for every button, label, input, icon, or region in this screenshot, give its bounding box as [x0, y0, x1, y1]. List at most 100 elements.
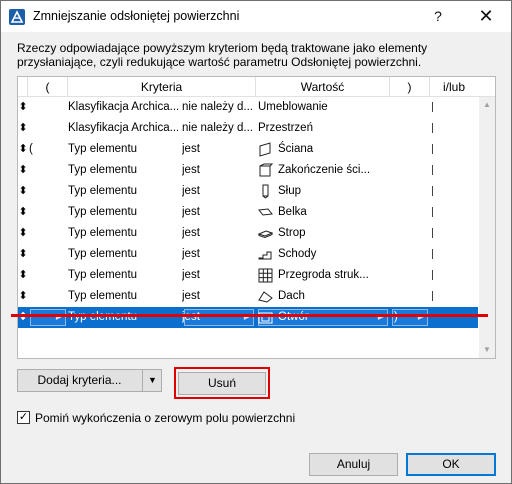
table-row[interactable]: ⬍ Klasyfikacja Archica... nie należy d... P… [18, 118, 478, 139]
value-cell[interactable]: Belka [256, 202, 386, 223]
value-cell[interactable]: Przegroda struk... [256, 265, 386, 286]
criteria-cell[interactable]: Typ elementu [68, 139, 178, 160]
criteria-cell[interactable]: Typ elementu [68, 286, 178, 307]
operator-cell[interactable]: jest [182, 202, 252, 223]
table-row[interactable]: ⬍(Typ elementu jest Ściana [18, 139, 478, 160]
andor-cell[interactable] [430, 118, 478, 139]
andor-cell[interactable] [430, 181, 478, 202]
table-row[interactable]: ⬍ Klasyfikacja Archica... nie należy d... U… [18, 97, 478, 118]
drag-handle-icon[interactable]: ⬍ [18, 265, 28, 286]
drag-handle-icon[interactable]: ⬍ [18, 160, 28, 181]
value-cell[interactable]: Zakończenie ści... [256, 160, 386, 181]
close-button[interactable]: ✕ [463, 1, 509, 32]
criteria-cell[interactable]: Typ elementu [68, 244, 178, 265]
add-criteria-button[interactable]: Dodaj kryteria... ▼ [17, 369, 162, 392]
table-row[interactable]: ⬍ Typ elementu jest Belka [18, 202, 478, 223]
open-paren-cell[interactable] [28, 160, 64, 181]
operator-cell[interactable]: jest [182, 181, 252, 202]
open-paren-cell[interactable] [28, 307, 64, 328]
criteria-cell[interactable]: Klasyfikacja Archica... [68, 97, 178, 118]
drag-handle-icon[interactable]: ⬍ [18, 139, 28, 160]
ok-button[interactable]: OK [406, 453, 496, 476]
open-paren-cell[interactable] [28, 223, 64, 244]
drag-handle-icon[interactable]: ⬍ [18, 223, 28, 244]
drag-handle-icon[interactable]: ⬍ [18, 181, 28, 202]
criteria-cell[interactable]: Typ elementu [68, 160, 178, 181]
table-row[interactable]: ⬍ Typ elementu jest Zakończenie ści... [18, 160, 478, 181]
operator-cell[interactable]: jest [182, 244, 252, 265]
close-paren-cell[interactable] [390, 286, 426, 307]
value-cell[interactable]: Słup [256, 181, 386, 202]
operator-cell[interactable]: jest [182, 307, 252, 328]
open-paren-cell[interactable] [28, 286, 64, 307]
scroll-up-arrow-icon[interactable]: ▲ [479, 97, 495, 113]
value-cell[interactable]: Dach [256, 286, 386, 307]
operator-cell[interactable]: jest [182, 286, 252, 307]
operator-cell[interactable]: jest [182, 160, 252, 181]
criteria-cell[interactable]: Klasyfikacja Archica... [68, 118, 178, 139]
close-paren-cell[interactable] [390, 202, 426, 223]
remove-button[interactable]: Usuń [178, 372, 266, 395]
close-paren-cell[interactable] [390, 118, 426, 139]
drag-handle-icon[interactable]: ⬍ [18, 202, 28, 223]
criteria-cell[interactable]: Typ elementu [68, 265, 178, 286]
skip-zero-area-label[interactable]: Pomiń wykończenia o zerowym polu powierz… [35, 410, 295, 426]
operator-cell[interactable]: nie należy d... [182, 118, 252, 139]
close-paren-cell[interactable] [390, 97, 426, 118]
open-paren-cell[interactable]: ( [28, 139, 64, 160]
value-cell[interactable]: Ściana [256, 139, 386, 160]
drag-handle-icon[interactable]: ⬍ [18, 286, 28, 307]
open-paren-cell[interactable] [28, 181, 64, 202]
drag-handle-icon[interactable]: ⬍ [18, 97, 28, 118]
table-row[interactable]: ⬍ Typ elementu jest Słup [18, 181, 478, 202]
close-paren-cell[interactable] [390, 139, 426, 160]
value-cell[interactable]: Schody [256, 244, 386, 265]
andor-cell[interactable] [430, 160, 478, 181]
andor-cell[interactable] [430, 307, 478, 328]
andor-cell[interactable] [430, 202, 478, 223]
value-cell[interactable]: Przestrzeń [256, 118, 386, 139]
drag-handle-icon[interactable]: ⬍ [18, 307, 28, 328]
open-paren-cell[interactable] [28, 202, 64, 223]
vertical-scrollbar[interactable]: ▲ ▼ [479, 97, 495, 358]
value-cell[interactable]: Umeblowanie [256, 97, 386, 118]
open-paren-cell[interactable] [28, 97, 64, 118]
close-paren-cell[interactable] [390, 244, 426, 265]
andor-cell[interactable] [430, 244, 478, 265]
table-row[interactable]: ⬍ Typ elementu jest Strop [18, 223, 478, 244]
cancel-button[interactable]: Anuluj [309, 453, 398, 476]
table-row[interactable]: ⬍ Typ elementu jest Przegroda struk... [18, 265, 478, 286]
skip-zero-area-checkbox[interactable]: ✓ [17, 411, 30, 424]
operator-cell[interactable]: nie należy d... [182, 97, 252, 118]
add-criteria-label[interactable]: Dodaj kryteria... [18, 370, 141, 391]
open-paren-cell[interactable] [28, 118, 64, 139]
close-paren-cell[interactable] [390, 181, 426, 202]
operator-cell[interactable]: jest [182, 139, 252, 160]
table-row[interactable]: ⬍ Typ elementu jest Schody [18, 244, 478, 265]
andor-cell[interactable] [430, 286, 478, 307]
dropdown-arrow-icon[interactable]: ▼ [143, 370, 162, 391]
value-cell[interactable]: Strop [256, 223, 386, 244]
criteria-cell[interactable]: Typ elementu [68, 223, 178, 244]
close-paren-cell[interactable] [390, 160, 426, 181]
scroll-down-arrow-icon[interactable]: ▼ [479, 342, 495, 358]
close-paren-cell[interactable] [390, 265, 426, 286]
drag-handle-icon[interactable]: ⬍ [18, 244, 28, 265]
open-paren-cell[interactable] [28, 244, 64, 265]
operator-cell[interactable]: jest [182, 223, 252, 244]
table-row[interactable]: ⬍▶▶▶▶Typ elementujestOtwór) [18, 307, 478, 328]
help-button[interactable]: ? [415, 1, 461, 32]
andor-cell[interactable] [430, 139, 478, 160]
table-row[interactable]: ⬍ Typ elementu jest Dach [18, 286, 478, 307]
andor-cell[interactable] [430, 223, 478, 244]
criteria-cell[interactable]: Typ elementu [68, 181, 178, 202]
criteria-cell[interactable]: Typ elementu [68, 307, 178, 328]
close-paren-cell[interactable] [390, 223, 426, 244]
open-paren-cell[interactable] [28, 265, 64, 286]
value-cell[interactable]: Otwór [256, 307, 386, 328]
criteria-cell[interactable]: Typ elementu [68, 202, 178, 223]
andor-cell[interactable] [430, 97, 478, 118]
operator-cell[interactable]: jest [182, 265, 252, 286]
close-paren-cell[interactable]: ) [390, 307, 426, 328]
drag-handle-icon[interactable]: ⬍ [18, 118, 28, 139]
